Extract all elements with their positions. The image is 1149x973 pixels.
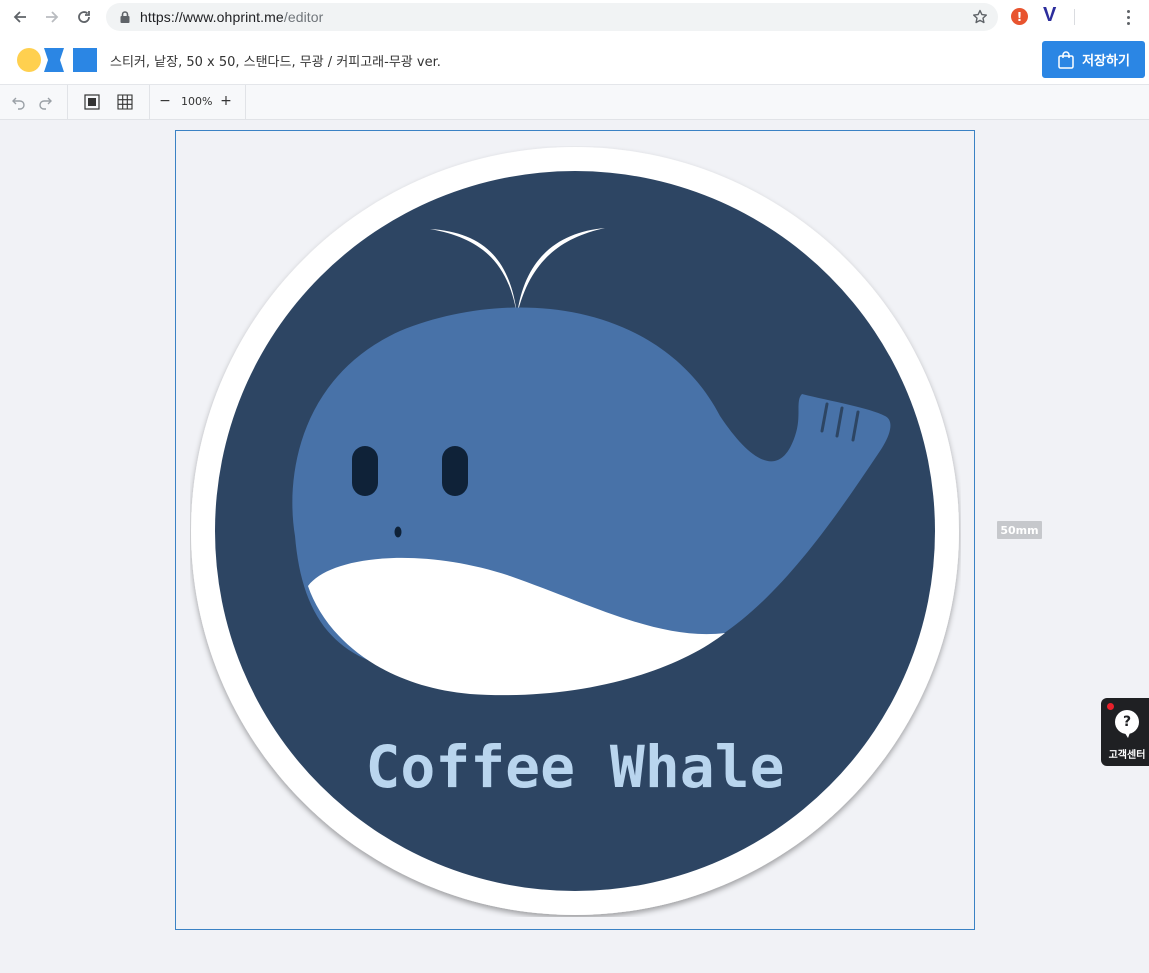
editor-header: 스티커, 낱장, 50 x 50, 스탠다드, 무광 / 커피고래-무광 ver… [0,34,1149,85]
redo-icon[interactable] [37,94,53,110]
extension-v-icon[interactable]: V [1043,4,1061,28]
save-button-label: 저장하기 [1082,54,1130,69]
notification-dot [1107,703,1114,710]
reload-button[interactable] [68,0,100,34]
size-indicator-badge: 50mm [997,521,1042,539]
bookmark-star-icon[interactable] [972,9,988,25]
editor-toolbar: − 100% + [0,85,1149,120]
reload-icon [78,11,90,23]
browser-toolbar: https://www.ohprint.me/editor ! V [0,0,1149,34]
help-question-icon: ? [1115,710,1139,738]
forward-icon [46,11,59,23]
zoom-in-button[interactable]: + [219,93,233,109]
sticker-design[interactable]: Coffee Whale [190,146,961,917]
whale-nostril [394,526,402,538]
fit-frame-icon[interactable] [84,94,100,110]
url-text: https://www.ohprint.me/editor [140,9,323,25]
zoom-level: 100% [181,95,213,108]
document-title: 스티커, 낱장, 50 x 50, 스탠다드, 무광 / 커피고래-무광 ver… [110,55,441,70]
extension-alert-icon[interactable]: ! [1011,8,1028,25]
back-button[interactable] [4,0,36,34]
toolbar-divider [245,85,246,120]
undo-icon[interactable] [11,94,27,110]
sticker-text: Coffee Whale [365,733,784,801]
url-host: https://www.ohprint.me [140,9,284,25]
grid-icon[interactable] [117,94,133,110]
toolbar-divider [67,85,68,120]
ohprint-logo[interactable] [17,48,97,72]
whale-left-eye [352,446,378,496]
zoom-out-button[interactable]: − [158,93,172,109]
toolbar-divider [1074,9,1075,25]
customer-center-button[interactable]: ? 고객센터 [1101,698,1149,766]
address-bar[interactable]: https://www.ohprint.me/editor [106,3,998,31]
lock-icon [118,10,132,24]
back-icon [13,11,26,23]
url-path: /editor [283,9,324,25]
kebab-menu-icon[interactable] [1120,6,1136,28]
customer-center-label: 고객센터 [1108,750,1146,761]
forward-button[interactable] [36,0,68,34]
whale-right-eye [442,446,468,496]
shopping-bag-icon [1058,50,1074,69]
toolbar-divider [149,85,150,120]
save-button[interactable]: 저장하기 [1042,41,1145,78]
